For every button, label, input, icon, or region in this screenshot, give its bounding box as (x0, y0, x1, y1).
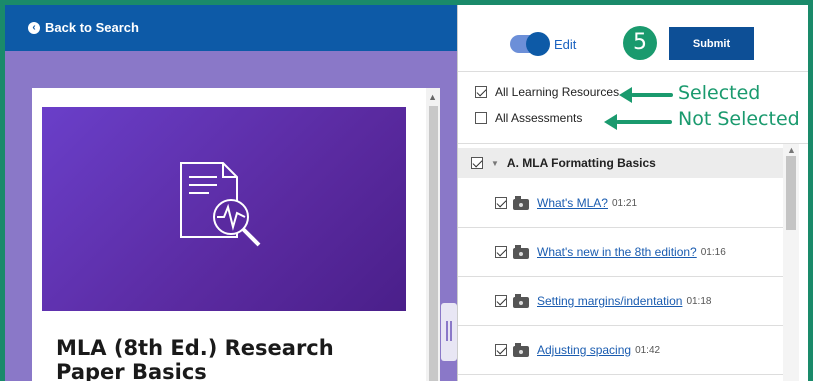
checkbox-checked[interactable] (475, 86, 487, 98)
callout-selected: Selected (678, 82, 761, 104)
checkbox-checked[interactable] (471, 157, 483, 169)
course-title: MLA (8th Ed.) Research Paper Basics (56, 336, 334, 381)
list-item: What's new in the 8th edition? 01:16 (458, 228, 783, 277)
checkbox-checked[interactable] (495, 344, 507, 356)
app-frame: ‹ Back to Search MLA (8th Ed.) Research … (0, 0, 813, 381)
duration: 01:42 (635, 344, 661, 356)
duration: 01:18 (686, 295, 712, 307)
video-camera-icon (513, 343, 529, 357)
filter-label: All Learning Resources (495, 85, 620, 99)
filter-label: All Assessments (495, 111, 583, 125)
list-scrollbar-thumb[interactable] (786, 156, 796, 230)
video-camera-icon (513, 294, 529, 308)
resource-section: ▼ A. MLA Formatting Basics What's MLA? 0… (458, 144, 808, 381)
list-item: Adjusting spacing 01:42 (458, 326, 783, 375)
divider (458, 71, 808, 72)
callout-not-selected: Not Selected (678, 108, 800, 130)
document-analysis-icon (180, 162, 261, 247)
pane-resize-handle[interactable] (441, 303, 457, 361)
chevron-down-icon[interactable]: ▼ (491, 159, 499, 168)
list-scrollbar[interactable]: ▲ (783, 144, 799, 381)
filter-all-assessments[interactable]: All Assessments (475, 111, 582, 125)
arrow-left-circle-icon: ‹ (28, 21, 40, 34)
course-preview-pane: ‹ Back to Search MLA (8th Ed.) Research … (5, 5, 457, 381)
section-title: A. MLA Formatting Basics (506, 156, 656, 170)
scroll-up-icon[interactable]: ▲ (428, 92, 437, 102)
submit-button[interactable]: Submit (669, 27, 754, 60)
resource-link[interactable]: Setting margins/indentation (537, 294, 682, 308)
duration: 01:21 (611, 197, 638, 209)
card-scrollbar-thumb[interactable] (429, 106, 438, 381)
checkbox-checked[interactable] (495, 246, 507, 258)
video-camera-icon (513, 245, 529, 259)
checkbox-unchecked[interactable] (475, 112, 487, 124)
list-item: What's MLA? 01:21 (458, 179, 783, 228)
scroll-up-icon[interactable]: ▲ (787, 145, 796, 155)
resource-link[interactable]: Adjusting spacing (537, 343, 631, 357)
edit-toggle[interactable] (510, 32, 550, 56)
resource-link[interactable]: What's new in the 8th edition? (537, 245, 697, 259)
toggle-knob (526, 32, 550, 56)
checkbox-checked[interactable] (495, 295, 507, 307)
course-thumbnail (42, 107, 406, 311)
edit-label: Edit (554, 37, 577, 52)
filter-all-learning-resources[interactable]: All Learning Resources (475, 85, 619, 99)
back-label: Back to Search (45, 20, 139, 35)
card-scrollbar[interactable]: ▲ (426, 88, 440, 381)
course-card: MLA (8th Ed.) Research Paper Basics ▲ (32, 88, 440, 381)
duration: 01:16 (700, 246, 726, 258)
resource-link[interactable]: What's MLA? (537, 196, 608, 210)
top-bar: ‹ Back to Search (5, 5, 457, 51)
back-to-search-link[interactable]: ‹ Back to Search (28, 20, 139, 35)
step-number-badge: 5 (623, 26, 657, 60)
callout-arrow-icon (604, 114, 672, 130)
list-item: Setting margins/indentation 01:18 (458, 277, 783, 326)
video-camera-icon (513, 196, 529, 210)
section-header[interactable]: ▼ A. MLA Formatting Basics (458, 148, 783, 178)
resource-selection-pane: Edit 5 Submit All Learning Resources Sel… (457, 5, 808, 381)
checkbox-checked[interactable] (495, 197, 507, 209)
callout-arrow-icon (619, 87, 673, 103)
